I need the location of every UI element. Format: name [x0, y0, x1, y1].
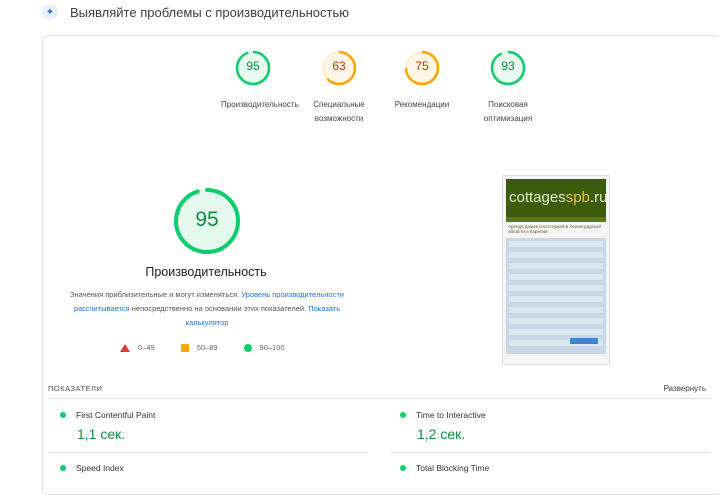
circle-icon — [243, 343, 252, 352]
divider — [390, 452, 710, 453]
divider — [48, 398, 710, 399]
metric-item: First Contentful Paint 1,1 сек. — [60, 410, 155, 442]
pass-dot-icon — [60, 465, 66, 471]
category-label: Производительность — [221, 100, 299, 109]
category-gauge[interactable]: 75 Рекомендации — [377, 50, 467, 112]
main-performance-gauge: 95 — [172, 186, 242, 256]
category-gauge[interactable]: 63 Специальные возможности — [294, 50, 384, 126]
square-icon — [180, 343, 189, 352]
category-score: 75 — [415, 59, 429, 73]
score-legend: 0–49 50–89 90–100 — [120, 343, 285, 352]
pass-dot-icon — [400, 412, 406, 418]
pass-dot-icon — [60, 412, 66, 418]
main-title: Производительность — [145, 265, 267, 279]
metrics-heading: ПОКАЗАТЕЛИ — [48, 384, 103, 393]
category-score: 63 — [332, 59, 346, 73]
metric-item: Speed Index — [60, 463, 124, 479]
pass-dot-icon — [400, 465, 406, 471]
site-logo: cottagesspb.ru — [506, 179, 607, 217]
category-gauge[interactable]: 95 Производительность — [208, 50, 299, 112]
triangle-icon — [120, 343, 130, 352]
metric-name: Time to Interactive — [416, 410, 486, 420]
info-icon: ✦ — [42, 4, 58, 20]
metric-name: First Contentful Paint — [76, 410, 156, 420]
metric-name: Speed Index — [76, 463, 124, 473]
metric-item: Time to Interactive 1,2 сек. — [400, 410, 486, 442]
metric-name: Total Blocking Time — [416, 463, 490, 473]
category-gauge[interactable]: 93 Поисковая оптимизация — [463, 50, 553, 126]
category-label: Рекомендации — [394, 100, 450, 109]
category-score: 93 — [501, 59, 515, 73]
metric-item: Total Blocking Time — [400, 463, 489, 479]
page-screenshot-thumbnail: cottagesspb.ru Аренда домов и коттеджей … — [502, 175, 610, 365]
metric-value: 1,1 сек. — [77, 426, 126, 442]
section-heading: Выявляйте проблемы с производительностью — [70, 5, 350, 20]
expand-button[interactable]: Развернуть — [664, 384, 706, 393]
divider — [48, 452, 368, 453]
main-score: 95 — [195, 208, 219, 231]
category-score: 95 — [246, 59, 260, 73]
category-label: Поисковая оптимизация — [483, 100, 533, 123]
category-label: Специальные возможности — [313, 100, 365, 123]
metric-value: 1,2 сек. — [417, 426, 466, 442]
score-description: Значения приблизительные и могут изменят… — [70, 290, 344, 327]
